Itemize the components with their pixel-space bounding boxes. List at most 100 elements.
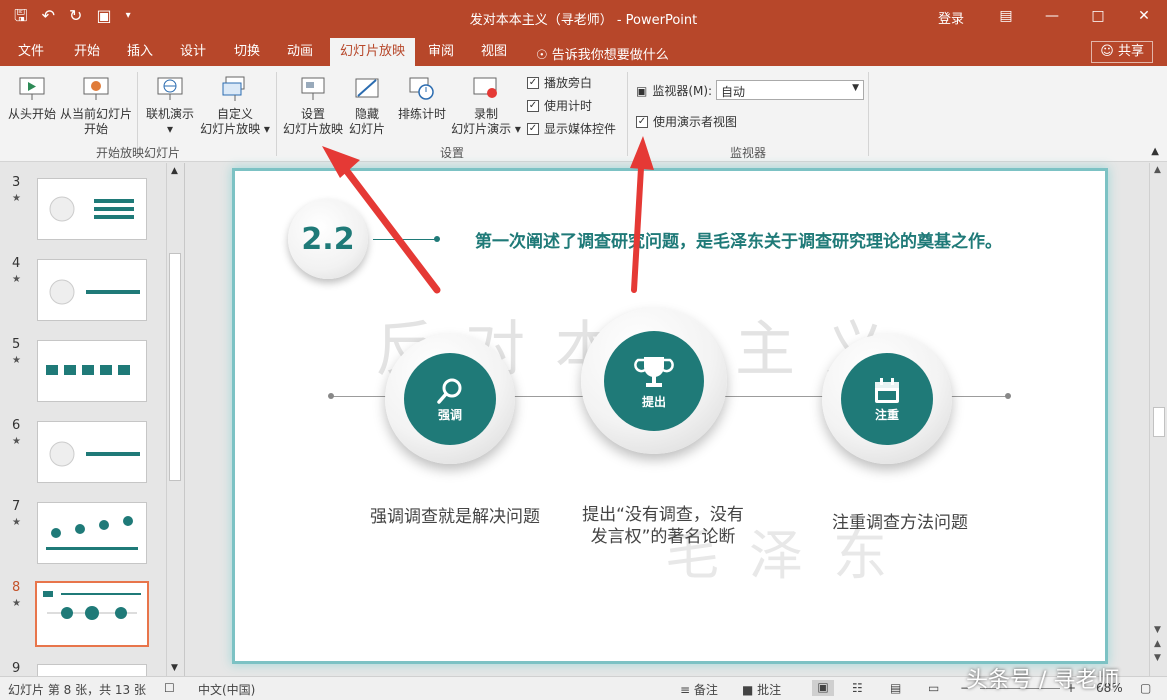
reading-view-icon[interactable]: ▤ — [890, 681, 901, 695]
record-label-2: 幻灯片演示 — [451, 122, 512, 136]
thumbnail-scrollbar[interactable]: ▲ ▼ — [166, 163, 182, 676]
source-watermark: 头条号 / 寻老师 — [966, 668, 1120, 693]
show-media-controls-checkbox[interactable]: ✓ 显示媒体控件 — [527, 120, 616, 137]
scroll-up-icon[interactable]: ▲ — [171, 166, 178, 176]
from-beginning-button[interactable]: 从头开始 — [6, 74, 58, 122]
animation-star-icon: ★ — [12, 355, 21, 366]
tab-transitions[interactable]: 切换 — [224, 38, 270, 66]
comments-button[interactable]: ■ 批注 — [742, 681, 781, 698]
dropdown-arrow-icon: ▾ — [514, 122, 521, 136]
scrollbar-thumb[interactable] — [1153, 407, 1165, 437]
slide-thumbnail-7[interactable] — [37, 502, 147, 564]
save-icon[interactable]: 🖫 — [14, 6, 28, 26]
animation-star-icon: ★ — [12, 598, 21, 609]
monitor-label-text: 监视器(M): — [652, 84, 713, 98]
play-from-current-icon — [83, 77, 109, 100]
presenter-view-checkbox[interactable]: ✓ 使用演示者视图 — [636, 113, 737, 130]
slide-thumbnail-3[interactable] — [37, 178, 147, 240]
share-button[interactable]: ☺ 共享 — [1091, 41, 1153, 63]
scroll-up-icon[interactable]: ▲ — [1154, 165, 1161, 175]
maximize-icon[interactable]: □ — [1075, 0, 1121, 32]
play-narrations-checkbox[interactable]: ✓ 播放旁白 — [527, 74, 592, 91]
scrollbar-thumb[interactable] — [169, 253, 181, 481]
title-bar: 🖫 ↶ ↻ ▣ ▾ 发对本本主义（寻老师） - PowerPoint 登录 ▤ … — [0, 0, 1167, 34]
slideshow-view-icon[interactable]: ▭ — [928, 681, 939, 695]
slide-thumbnail-9[interactable] — [37, 664, 147, 676]
thumbnail-preview — [43, 591, 141, 620]
from-current-button[interactable]: 从当前幻灯片 开始 — [59, 74, 133, 137]
hide-label-2: 幻灯片 — [348, 122, 385, 136]
fit-to-window-icon[interactable]: ▢ — [1140, 681, 1151, 695]
monitor-select[interactable]: 自动 ▼ — [716, 80, 864, 100]
notes-label: 备注 — [693, 683, 718, 697]
slide-thumbnail-5[interactable] — [37, 340, 147, 402]
tab-home[interactable]: 开始 — [64, 38, 110, 66]
thumbnail-preview — [49, 279, 140, 305]
hide-label-1: 隐藏 — [354, 107, 379, 121]
ribbon-display-options-icon[interactable]: ▤ — [983, 0, 1029, 32]
slide-canvas[interactable]: 反对本本主义 毛泽东 2.2 第一次阐述了调查研究问题，是毛泽东关于调查研究理论… — [235, 171, 1105, 661]
editor-scrollbar[interactable]: ▲ ▼ ▲ ▼ — [1149, 163, 1167, 676]
setup-slideshow-button[interactable]: 设置 幻灯片放映 — [280, 74, 346, 137]
tab-review[interactable]: 审阅 — [418, 38, 464, 66]
spellcheck-icon[interactable]: ☐ — [164, 681, 175, 695]
play-narrations-label: 播放旁白 — [544, 76, 593, 90]
comment-icon: ■ — [742, 683, 758, 697]
previous-slide-icon[interactable]: ▲ — [1154, 639, 1161, 649]
next-slide-icon[interactable]: ▼ — [1154, 653, 1161, 663]
group-label-start: 开始放映幻灯片 — [95, 146, 180, 160]
slide-sorter-icon[interactable]: ☷ — [852, 681, 863, 695]
undo-icon[interactable]: ↶ — [42, 6, 55, 26]
collapse-ribbon-icon[interactable]: ▲ — [1151, 146, 1159, 157]
normal-view-icon[interactable]: ▣ — [812, 680, 834, 696]
caption-2-line-2: 发言权”的著名论断 — [590, 527, 736, 547]
tab-slideshow[interactable]: 幻灯片放映 — [330, 38, 416, 66]
online-present-button[interactable]: 联机演示 ▾ — [143, 74, 197, 137]
redo-icon[interactable]: ↻ — [69, 6, 82, 26]
custom-show-label-1: 自定义 — [216, 107, 253, 121]
slide-thumbnail-8[interactable] — [35, 581, 149, 647]
show-media-label: 显示媒体控件 — [544, 122, 617, 136]
group-label-monitor: 监视器 — [729, 146, 766, 160]
tell-me-box[interactable]: ☉ 告诉我你想要做什么 — [536, 44, 669, 63]
animation-star-icon: ★ — [12, 193, 21, 204]
window-controls: ▤ — □ ✕ — [983, 0, 1167, 32]
tab-animations[interactable]: 动画 — [277, 38, 323, 66]
customize-qat-icon[interactable]: ▾ — [126, 6, 131, 26]
login-link[interactable]: 登录 — [938, 8, 964, 27]
use-timings-checkbox[interactable]: ✓ 使用计时 — [527, 97, 592, 114]
slide-number: 9 — [12, 661, 21, 676]
group-separator — [868, 72, 869, 156]
notes-icon: ≡ — [680, 683, 694, 697]
hide-slide-icon — [355, 78, 379, 98]
timeline-end-dot — [328, 393, 334, 399]
scroll-down-icon[interactable]: ▼ — [171, 663, 178, 673]
lightbulb-icon: ☉ — [536, 48, 552, 63]
minimize-icon[interactable]: — — [1029, 0, 1075, 32]
check-icon: ✓ — [527, 122, 539, 135]
tab-insert[interactable]: 插入 — [117, 38, 163, 66]
online-present-label: 联机演示 — [145, 107, 194, 121]
group-label-setup: 设置 — [439, 146, 464, 160]
scroll-down-icon[interactable]: ▼ — [1154, 625, 1161, 635]
rehearse-timings-button[interactable]: 排练计时 — [395, 74, 449, 122]
present-icon[interactable]: ▣ — [96, 6, 111, 26]
hide-slide-button[interactable]: 隐藏 幻灯片 — [347, 74, 387, 137]
record-slideshow-button[interactable]: 录制 幻灯片演示 ▾ — [450, 74, 522, 137]
tab-design[interactable]: 设计 — [170, 38, 216, 66]
tab-view[interactable]: 视图 — [471, 38, 517, 66]
notes-button[interactable]: ≡ 备注 — [680, 681, 718, 698]
tab-file[interactable]: 文件 — [8, 38, 54, 66]
close-icon[interactable]: ✕ — [1121, 0, 1167, 32]
setup-label-1: 设置 — [300, 107, 325, 121]
caption-2-line-1: 提出“没有调查，没有 — [582, 505, 744, 525]
language-indicator[interactable]: 中文(中国) — [198, 681, 255, 698]
slide-thumbnail-4[interactable] — [37, 259, 147, 321]
custom-show-button[interactable]: 自定义 幻灯片放映 ▾ — [198, 74, 272, 137]
badge-connector-dot — [434, 236, 440, 242]
ribbon: 从头开始 从当前幻灯片 开始 联机演示 ▾ 自定义 幻灯片放映 ▾ 开始放映幻灯… — [0, 66, 1167, 162]
chevron-down-icon: ▼ — [852, 83, 859, 93]
slide-thumbnail-6[interactable] — [37, 421, 147, 483]
thumbnail-preview — [49, 196, 134, 222]
dropdown-arrow-icon: ▾ — [166, 122, 174, 136]
